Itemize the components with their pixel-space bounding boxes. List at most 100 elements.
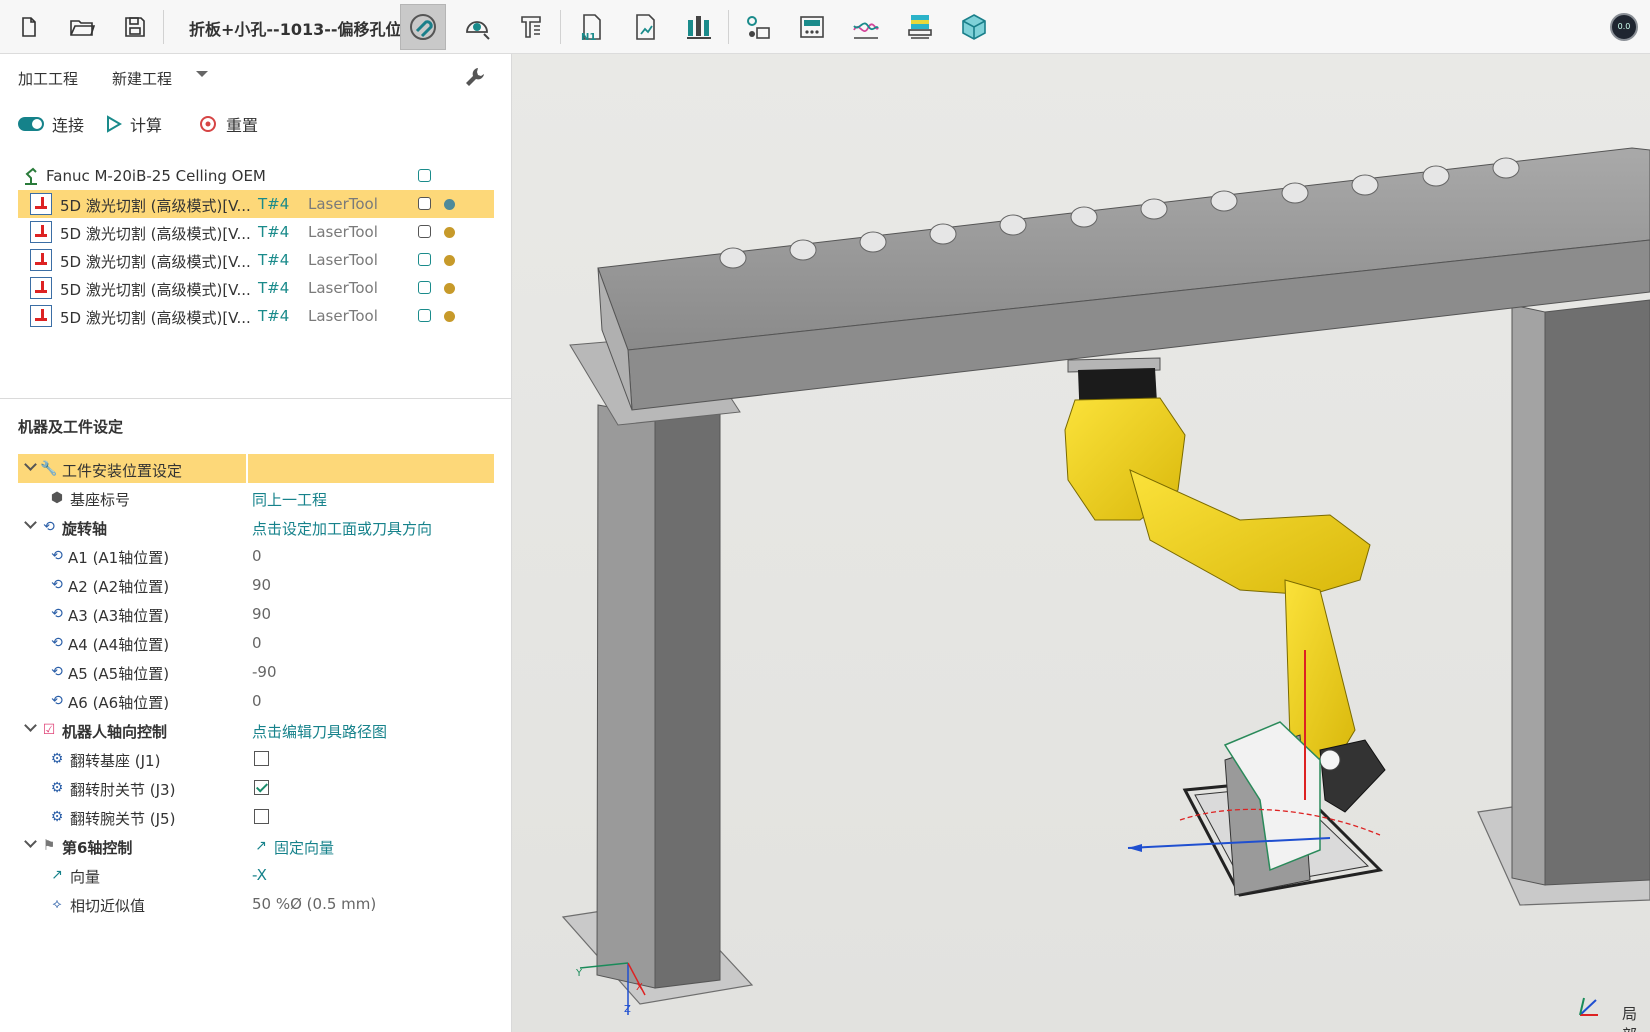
prop-label: 翻转腕关节 (J5) — [70, 810, 176, 828]
connect-button[interactable]: 连接 — [18, 112, 84, 136]
project-label: 加工工程 — [18, 70, 79, 88]
prop-value[interactable]: 90 — [252, 605, 271, 623]
group-robot-axis[interactable]: ☑ 机器人轴向控制 点击编辑刀具路径图 — [18, 715, 494, 744]
prop-base[interactable]: ⬢ 基座标号 同上一工程 — [18, 483, 494, 512]
chevron-down-icon[interactable] — [24, 516, 37, 529]
magnet-tool-icon[interactable] — [400, 4, 446, 50]
flip-j1-checkbox[interactable] — [254, 751, 269, 766]
group-axis6[interactable]: ⚑ 第6轴控制 ↗ 固定向量 — [18, 831, 494, 860]
operation-tool-type: LaserTool — [308, 251, 378, 269]
prop-label: A4 (A4轴位置) — [68, 636, 170, 654]
prop-flip[interactable]: ⚙ 翻转腕关节 (J5) — [18, 802, 494, 831]
prop-value[interactable]: -90 — [252, 663, 277, 681]
reset-button[interactable]: 重置 — [198, 112, 258, 136]
tree-operation-row[interactable]: 5D 激光切割 (高级模式)[V... T#4 LaserTool — [18, 190, 494, 218]
group-label: 工件安装位置设定 — [62, 462, 183, 480]
3d-viewport[interactable]: Y X Z — [512, 54, 1650, 1032]
tree-robot-root[interactable]: Fanuc M-20iB-25 Celling OEM — [18, 162, 494, 190]
simulation-cube-icon[interactable] — [951, 4, 997, 50]
status-dot — [444, 199, 455, 210]
settings-title: 机器及工件设定 — [18, 418, 124, 436]
chevron-down-icon[interactable] — [24, 458, 37, 471]
save-icon[interactable] — [112, 4, 158, 50]
prop-value[interactable]: 0 — [252, 634, 262, 652]
heatmap-icon[interactable] — [897, 4, 943, 50]
machine-setup-icon[interactable] — [735, 4, 781, 50]
svg-text:N1: N1 — [581, 32, 596, 42]
prop-flip[interactable]: ⚙ 翻转肘关节 (J3) — [18, 773, 494, 802]
caliper-tool-icon[interactable] — [508, 4, 554, 50]
prop-label: 基座标号 — [70, 491, 131, 509]
view-mode-label[interactable]: 局部 — [1622, 1003, 1650, 1032]
prop-label: A1 (A1轴位置) — [68, 549, 170, 567]
prop-value[interactable]: 同上一工程 — [252, 489, 327, 510]
view-triad-icon[interactable] — [1579, 997, 1598, 1016]
open-folder-icon[interactable] — [59, 4, 105, 50]
prop-value[interactable]: 0 — [252, 547, 262, 565]
rotate-axis-icon: ⟲ — [51, 606, 63, 622]
path-curve-icon[interactable] — [843, 4, 889, 50]
flip-j5-checkbox[interactable] — [254, 809, 269, 824]
prop-axis[interactable]: ⟲ A3 (A3轴位置) 90 — [18, 599, 494, 628]
prop-label: A6 (A6轴位置) — [68, 694, 170, 712]
note-icon — [418, 197, 431, 210]
chevron-down-icon[interactable] — [24, 719, 37, 732]
operation-name: 5D 激光切割 (高级模式)[V... — [60, 225, 251, 243]
prop-axis[interactable]: ⟲ A5 (A5轴位置) -90 — [18, 657, 494, 686]
laser-cut-icon — [30, 221, 52, 243]
tree-operation-row[interactable]: 5D 激光切割 (高级模式)[V... T#4 LaserTool — [18, 302, 494, 330]
prop-label: A5 (A5轴位置) — [68, 665, 170, 683]
prop-tangent[interactable]: ⟡ 相切近似值 50 %Ø (0.5 mm) — [18, 889, 494, 918]
toggle-icon — [18, 117, 44, 131]
new-file-icon[interactable] — [6, 4, 52, 50]
prop-label: A2 (A2轴位置) — [68, 578, 170, 596]
prop-label: 翻转肘关节 (J3) — [70, 781, 176, 799]
tree-operation-row[interactable]: 5D 激光切割 (高级模式)[V... T#4 LaserTool — [18, 246, 494, 274]
controller-icon[interactable] — [789, 4, 835, 50]
tree-operation-row[interactable]: 5D 激光切割 (高级模式)[V... T#4 LaserTool — [18, 218, 494, 246]
inspect-tool-icon[interactable] — [454, 4, 500, 50]
axis-z-label: Z — [624, 1004, 631, 1015]
wrench-small-icon: 🔧 — [40, 461, 58, 477]
scene-render — [561, 147, 1650, 1016]
group-workpiece[interactable]: 🔧 工件安装位置设定 — [18, 454, 494, 483]
prop-axis[interactable]: ⟲ A2 (A2轴位置) 90 — [18, 570, 494, 599]
group-rotary[interactable]: ⟲ 旋转轴 点击设定加工面或刀具方向 — [18, 512, 494, 541]
prop-value[interactable]: 点击设定加工面或刀具方向 — [252, 518, 432, 539]
prop-value[interactable]: 90 — [252, 576, 271, 594]
status-dot — [444, 255, 455, 266]
operation-name: 5D 激光切割 (高级模式)[V... — [60, 253, 251, 271]
prop-flip[interactable]: ⚙ 翻转基座 (J1) — [18, 744, 494, 773]
chevron-down-icon[interactable] — [196, 71, 208, 77]
rotate-axis-icon: ⟲ — [51, 635, 63, 651]
panel-divider[interactable] — [0, 398, 512, 399]
tree-operation-row[interactable]: 5D 激光切割 (高级模式)[V... T#4 LaserTool — [18, 274, 494, 302]
wrench-icon[interactable] — [464, 66, 486, 92]
prop-axis[interactable]: ⟲ A1 (A1轴位置) 0 — [18, 541, 494, 570]
nc-file-icon[interactable]: N1 — [568, 4, 614, 50]
prop-value[interactable]: -X — [252, 866, 267, 884]
prop-axis[interactable]: ⟲ A6 (A6轴位置) 0 — [18, 686, 494, 715]
group-label: 旋转轴 — [62, 520, 108, 538]
robot-name: Fanuc M-20iB-25 Celling OEM — [46, 167, 266, 185]
project-dropdown[interactable]: 新建工程 — [112, 68, 172, 89]
prop-value[interactable]: 固定向量 — [274, 837, 334, 858]
prop-value[interactable]: 0 — [252, 692, 262, 710]
chevron-down-icon[interactable] — [24, 835, 37, 848]
tool-library-icon[interactable] — [676, 4, 722, 50]
main-toolbar: 折板+小孔--1013--偏移孔位 N1 0.0 — [0, 0, 1650, 54]
compute-button[interactable]: 计算 — [106, 112, 162, 136]
flip-j3-checkbox[interactable] — [254, 780, 269, 795]
rotate-axis-icon: ⟲ — [51, 693, 63, 709]
prop-label: 向量 — [70, 868, 101, 886]
operation-tool-type: LaserTool — [308, 307, 378, 325]
operation-tool-type: LaserTool — [308, 195, 378, 213]
robot-joint-icon: ⚙ — [50, 809, 64, 825]
laser-cut-icon — [30, 305, 52, 327]
prop-label: 相切近似值 — [70, 897, 146, 915]
prop-value[interactable]: 点击编辑刀具路径图 — [252, 721, 387, 742]
prop-value[interactable]: 50 %Ø (0.5 mm) — [252, 895, 376, 913]
prop-vector[interactable]: ↗ 向量 -X — [18, 860, 494, 889]
report-icon[interactable] — [622, 4, 668, 50]
prop-axis[interactable]: ⟲ A4 (A4轴位置) 0 — [18, 628, 494, 657]
